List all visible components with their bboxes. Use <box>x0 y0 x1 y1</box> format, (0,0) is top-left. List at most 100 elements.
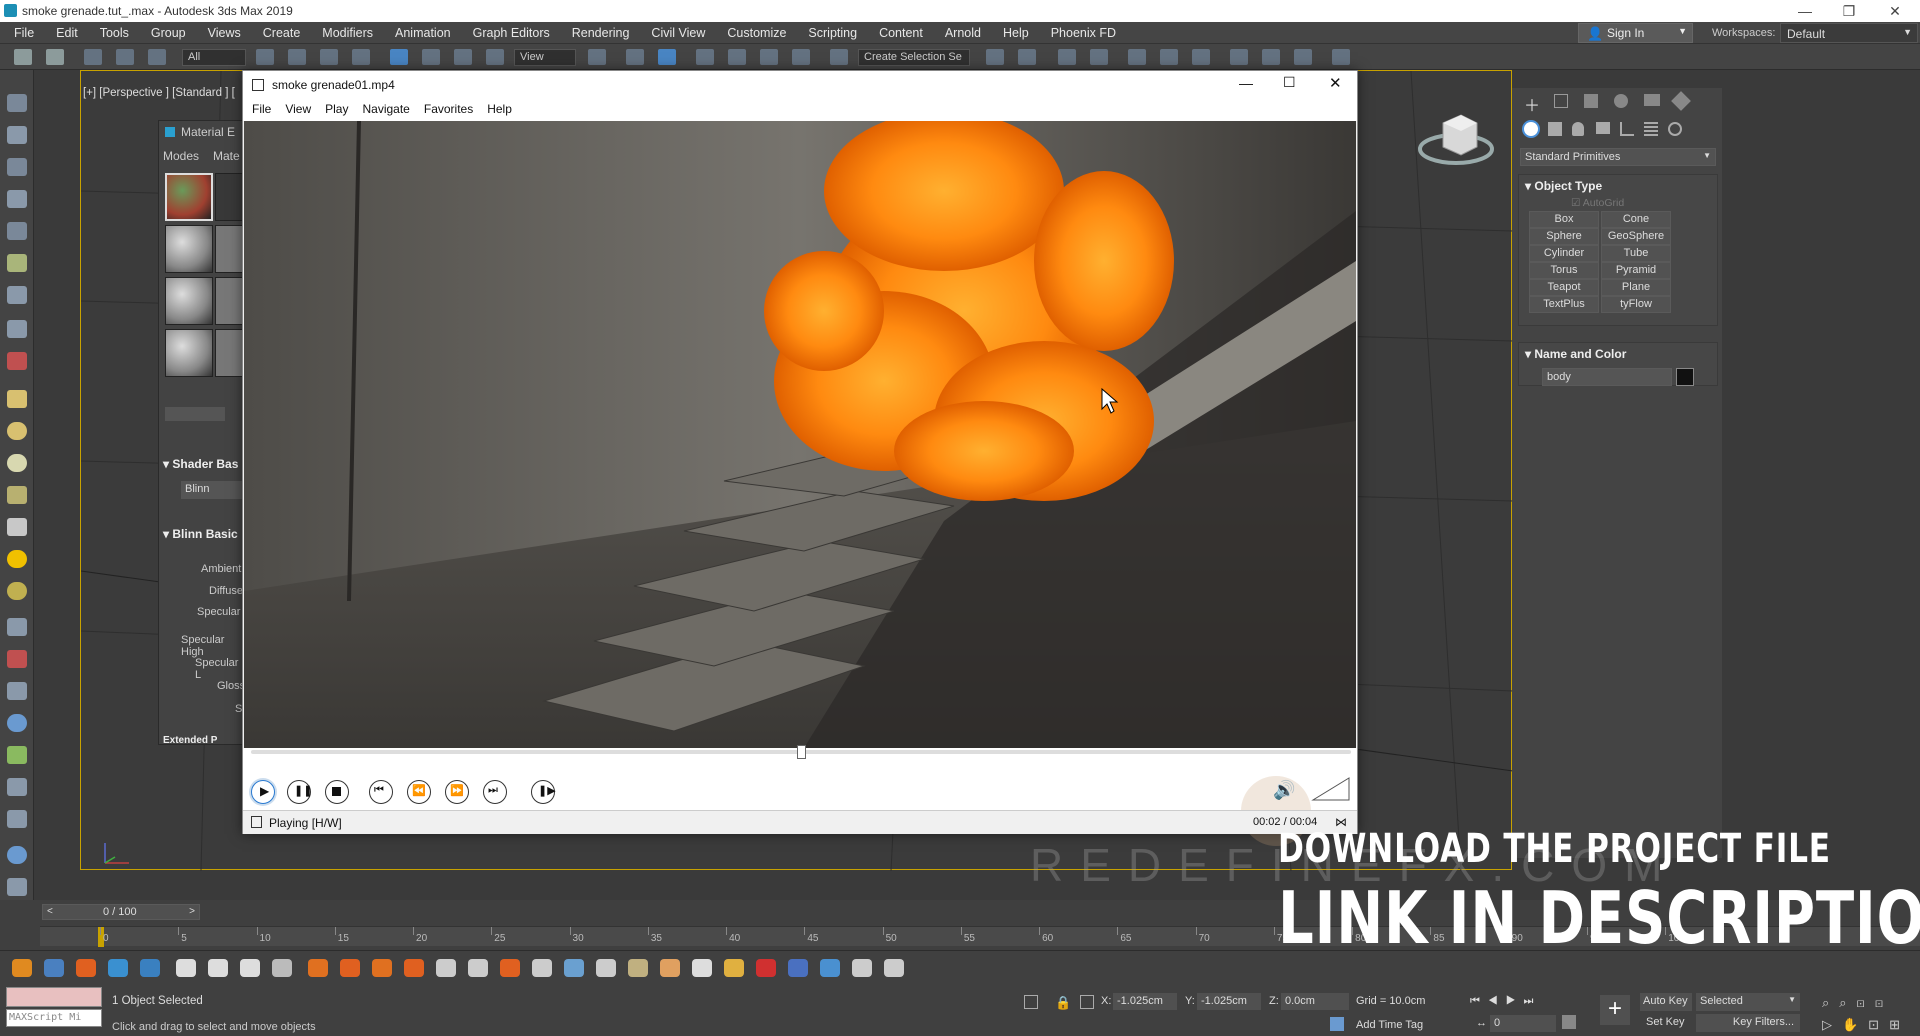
close-icon[interactable]: ✕ <box>1872 0 1918 22</box>
player-menu-navigate[interactable]: Navigate <box>362 102 409 118</box>
wave-icon[interactable] <box>852 959 872 977</box>
create-tube-button[interactable]: Tube <box>1601 245 1671 262</box>
torus-icon[interactable] <box>7 582 27 600</box>
shapes-icon[interactable] <box>1548 122 1562 136</box>
helper-icon[interactable] <box>7 682 27 700</box>
fire-emit-icon[interactable] <box>340 959 360 977</box>
create-textplus-button[interactable]: TextPlus <box>1529 296 1599 313</box>
keyboard-shortcut-icon[interactable] <box>658 49 676 65</box>
particles-icon[interactable] <box>140 959 160 977</box>
delete-icon[interactable] <box>272 959 292 977</box>
player-maximize-icon[interactable]: ☐ <box>1283 74 1296 91</box>
fast-forward-button[interactable]: ⏩ <box>445 780 469 804</box>
volume-slider[interactable] <box>1311 776 1351 802</box>
water-icon[interactable] <box>564 959 584 977</box>
wind-icon[interactable] <box>468 959 488 977</box>
sun-icon[interactable] <box>7 550 27 568</box>
layer-explorer-icon[interactable] <box>1090 49 1108 65</box>
create-geosphere-button[interactable]: GeoSphere <box>1601 228 1671 245</box>
material-slot[interactable] <box>165 225 213 273</box>
stop-icon[interactable] <box>240 959 260 977</box>
menu-tools[interactable]: Tools <box>100 26 129 40</box>
create-torus-button[interactable]: Torus <box>1529 262 1599 279</box>
sphere-fx-icon[interactable] <box>724 959 744 977</box>
playback-controls[interactable]: ⏮◀▶⏭ <box>1470 995 1541 1008</box>
time-config-icon[interactable] <box>1562 1015 1576 1029</box>
player-menu-help[interactable]: Help <box>487 102 512 118</box>
shader-dropdown[interactable]: Blinn <box>181 481 245 499</box>
spinner-snap-icon[interactable] <box>792 49 810 65</box>
create-plane-button[interactable]: Plane <box>1601 279 1671 296</box>
name-color-header[interactable]: ▾ Name and Color <box>1525 347 1626 361</box>
mirror-icon[interactable] <box>986 49 1004 65</box>
player-menu-favorites[interactable]: Favorites <box>424 102 473 118</box>
schematic-view-icon[interactable] <box>1160 49 1178 65</box>
help-icon[interactable] <box>884 959 904 977</box>
player-menu-play[interactable]: Play <box>325 102 348 118</box>
y-coordinate-field[interactable]: -1.025cm <box>1197 993 1261 1010</box>
link-icon[interactable] <box>84 49 102 65</box>
stop-button[interactable] <box>325 780 349 804</box>
particle-icon[interactable] <box>7 650 27 668</box>
smoke-icon[interactable] <box>372 959 392 977</box>
shader-icon[interactable] <box>692 959 712 977</box>
blinn-basic-header[interactable]: ▾ Blinn Basic <box>163 527 238 541</box>
viewport-nav-icons-2[interactable]: ▷✋⊡⊞ <box>1822 1017 1910 1033</box>
cone-icon[interactable] <box>7 518 27 536</box>
object-type-header[interactable]: ▾ Object Type <box>1525 179 1602 193</box>
menu-views[interactable]: Views <box>208 26 241 40</box>
modify-tab-icon[interactable] <box>1554 94 1568 108</box>
menu-rendering[interactable]: Rendering <box>572 26 630 40</box>
biped-icon[interactable] <box>7 778 27 796</box>
bind-spacewarp-icon[interactable] <box>148 49 166 65</box>
pause-icon[interactable] <box>208 959 228 977</box>
phoenix-sim-icon[interactable] <box>44 959 64 977</box>
select-object-icon[interactable] <box>256 49 274 65</box>
liquid-icon[interactable] <box>108 959 128 977</box>
modes-menu[interactable]: Modes <box>163 149 199 163</box>
category-dropdown[interactable]: Standard Primitives ▼ <box>1520 148 1716 166</box>
extended-params-header[interactable]: Extended P <box>163 735 217 745</box>
previous-button[interactable]: ⏮ <box>369 780 393 804</box>
create-cylinder-button[interactable]: Cylinder <box>1529 245 1599 262</box>
x-coordinate-field[interactable]: -1.025cm <box>1113 993 1177 1010</box>
auto-key-button[interactable]: Auto Key <box>1640 993 1692 1011</box>
align-icon[interactable] <box>1018 49 1036 65</box>
workspaces-dropdown[interactable]: Default ▼ <box>1780 23 1918 43</box>
box-icon[interactable] <box>7 390 27 408</box>
hierarchy-tab-icon[interactable] <box>1584 94 1598 108</box>
volume-icon[interactable]: 🔊 <box>1273 780 1295 801</box>
scale-icon[interactable] <box>454 49 472 65</box>
material-slot[interactable] <box>215 225 245 273</box>
snap-toggle-icon[interactable] <box>696 49 714 65</box>
rewind-button[interactable]: ⏪ <box>407 780 431 804</box>
menu-content[interactable]: Content <box>879 26 923 40</box>
lights-icon[interactable] <box>1572 122 1584 136</box>
viewport-label[interactable]: [+] [Perspective ] [Standard ] [ <box>83 87 235 99</box>
place-icon[interactable] <box>486 49 504 65</box>
time-tag-icon[interactable] <box>1330 1017 1344 1031</box>
selection-filter-dropdown[interactable]: All <box>182 49 246 66</box>
render-teapot-icon[interactable] <box>1332 49 1350 65</box>
window-crossing-icon[interactable] <box>352 49 370 65</box>
force-icon[interactable] <box>756 959 776 977</box>
helpers-icon[interactable] <box>1620 122 1634 136</box>
object-color-swatch[interactable] <box>1676 368 1694 386</box>
fire-source-icon[interactable] <box>308 959 328 977</box>
cylinder-icon[interactable] <box>7 486 27 504</box>
undo-icon[interactable] <box>14 49 32 65</box>
move-icon[interactable] <box>390 49 408 65</box>
material-slot[interactable] <box>215 277 245 325</box>
pause-button[interactable]: ❚❚ <box>287 780 312 804</box>
utilities-tab-icon[interactable] <box>1671 91 1691 111</box>
create-teapot-button[interactable]: Teapot <box>1529 279 1599 296</box>
create-tab-icon[interactable]: ＋ <box>1524 92 1540 116</box>
material-slot[interactable] <box>165 277 213 325</box>
populate-icon[interactable] <box>7 286 27 304</box>
set-key-button[interactable]: Set Key <box>1646 1016 1685 1028</box>
vortex-icon[interactable] <box>532 959 552 977</box>
menu-customize[interactable]: Customize <box>727 26 786 40</box>
player-menu-file[interactable]: File <box>252 102 271 118</box>
sphere-icon[interactable] <box>7 422 27 440</box>
restore-icon[interactable]: ❐ <box>1826 0 1872 22</box>
